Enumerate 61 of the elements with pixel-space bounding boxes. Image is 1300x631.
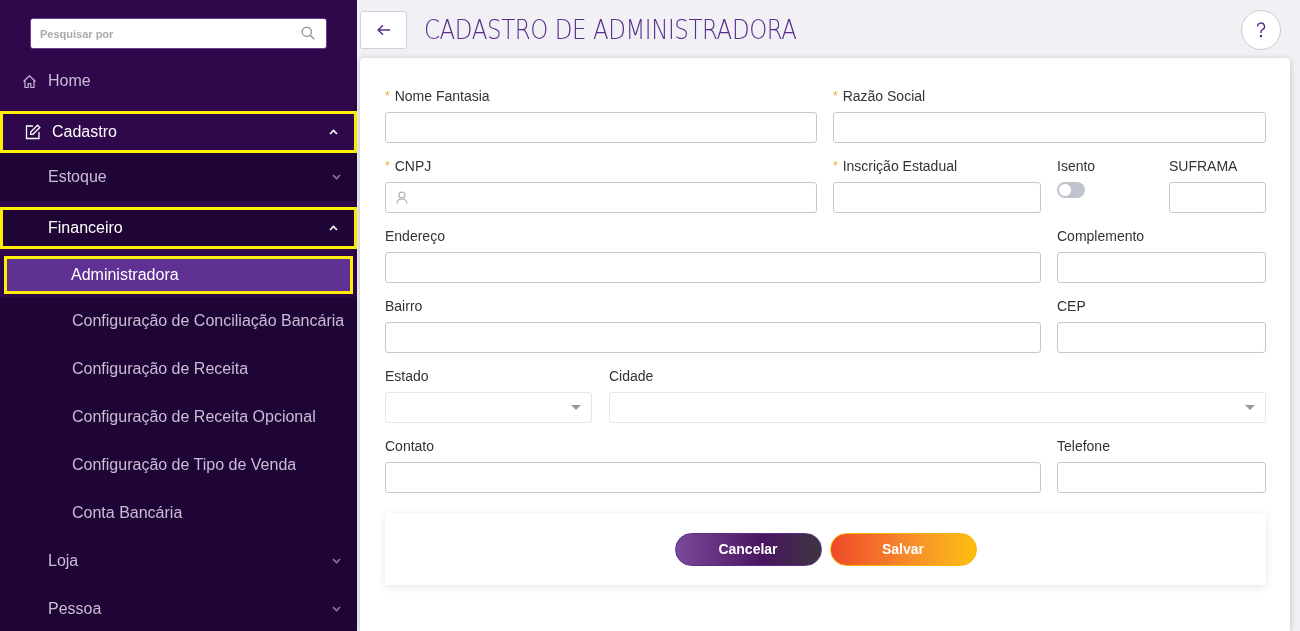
- nav-item[interactable]: Configuração de Receita Opcional: [0, 393, 357, 441]
- required-mark: *: [833, 158, 838, 175]
- chevron-up-icon: [329, 129, 338, 135]
- chevron-down-icon: [332, 558, 341, 564]
- back-button[interactable]: [360, 11, 407, 49]
- nav-item[interactable]: Cadastro: [0, 111, 357, 153]
- input-field[interactable]: [385, 112, 817, 143]
- nav-item[interactable]: Loja: [0, 537, 357, 585]
- chevron-up-icon: [329, 225, 338, 231]
- input-field[interactable]: [1057, 462, 1266, 493]
- field-label: Telefone: [1057, 436, 1110, 456]
- help-icon: [1256, 22, 1266, 38]
- input-field[interactable]: [833, 182, 1041, 213]
- field-label: Inscrição Estadual: [842, 156, 958, 176]
- nav-item[interactable]: Pessoa: [0, 585, 357, 631]
- field-label: Contato: [385, 436, 435, 456]
- select-field[interactable]: [385, 392, 592, 423]
- nav-item[interactable]: Configuração de Conciliação Bancária: [0, 297, 357, 345]
- toggle-switch[interactable]: [1057, 182, 1085, 198]
- help-button[interactable]: [1241, 10, 1281, 50]
- field-label: SUFRAMA: [1169, 156, 1238, 176]
- dropdown-caret-icon: [1245, 405, 1255, 410]
- nav-item[interactable]: Configuração de Receita: [0, 345, 357, 393]
- input-field[interactable]: [1169, 182, 1266, 213]
- field-label: Complemento: [1057, 226, 1145, 246]
- user-icon: [396, 191, 408, 204]
- back-arrow-icon: [376, 24, 391, 36]
- nav-item[interactable]: Configuração de Tipo de Venda: [0, 441, 357, 489]
- nav-item[interactable]: Estoque: [0, 153, 357, 201]
- required-mark: *: [385, 88, 390, 105]
- field-label: Razão Social: [842, 86, 926, 106]
- field-label: Nome Fantasia: [394, 86, 490, 106]
- input-field[interactable]: [385, 182, 817, 213]
- required-mark: *: [833, 88, 838, 105]
- select-field[interactable]: [609, 392, 1266, 423]
- field-label: Cidade: [609, 366, 654, 386]
- input-field[interactable]: [833, 112, 1266, 143]
- field-label: Estado: [385, 366, 429, 386]
- input-field[interactable]: [1057, 322, 1266, 353]
- home-icon: [22, 73, 37, 89]
- search-field[interactable]: Pesquisar por: [30, 18, 327, 49]
- search-icon: [301, 26, 315, 40]
- field-label: CNPJ: [394, 156, 432, 176]
- input-field[interactable]: [385, 322, 1041, 353]
- field-label: CEP: [1057, 296, 1086, 316]
- nav-item[interactable]: Administradora: [4, 256, 353, 294]
- nav-item[interactable]: Conta Bancária: [0, 489, 357, 537]
- input-field[interactable]: [385, 252, 1041, 283]
- input-field[interactable]: [385, 462, 1041, 493]
- input-field[interactable]: [1057, 252, 1266, 283]
- chevron-down-icon: [332, 174, 341, 180]
- field-label: Isento: [1057, 156, 1096, 176]
- dropdown-caret-icon: [571, 405, 581, 410]
- edit-icon: [25, 124, 41, 140]
- field-label: Bairro: [385, 296, 423, 316]
- page-title: CADASTRO DE ADMINISTRADORA: [424, 12, 797, 47]
- cancel-button[interactable]: Cancelar: [674, 532, 822, 566]
- nav-item[interactable]: Financeiro: [0, 207, 357, 249]
- chevron-down-icon: [332, 606, 341, 612]
- required-mark: *: [385, 158, 390, 175]
- field-label: Endereço: [385, 226, 445, 246]
